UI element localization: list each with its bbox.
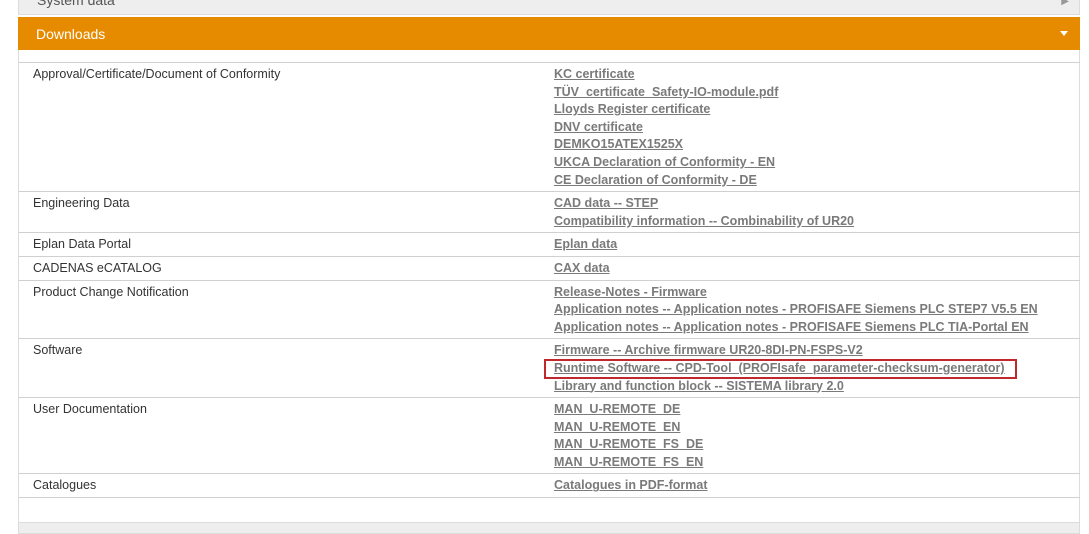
download-link-man-en[interactable]: MAN_U-REMOTE_EN [554,419,680,437]
download-link-dnv-certificate[interactable]: DNV certificate [554,119,643,137]
download-link-ce[interactable]: CE Declaration of Conformity - DE [554,172,757,190]
download-link-demko[interactable]: DEMKO15ATEX1525X [554,136,683,154]
download-link-ukca[interactable]: UKCA Declaration of Conformity - EN [554,154,775,172]
row-label-cell: Engineering Data [19,191,554,233]
row-label-cell: Software [19,338,554,398]
download-link-man-de[interactable]: MAN_U-REMOTE_DE [554,401,680,419]
table-row: CADENAS eCATALOG CAX data [19,255,1080,281]
download-link-firmware-archive[interactable]: Firmware -- Archive firmware UR20-8DI-PN… [554,342,863,360]
row-label-cell: User Documentation [19,397,554,474]
row-links-cell: Eplan data [554,232,1080,257]
table-row: Engineering Data CAD data -- STEP Compat… [19,191,1080,233]
download-link-release-notes[interactable]: Release-Notes - Firmware [554,284,707,302]
download-link-catalogues-pdf[interactable]: Catalogues in PDF-format [554,477,708,495]
row-links-cell: Firmware -- Archive firmware UR20-8DI-PN… [544,338,1080,398]
chevron-down-icon [1060,31,1068,36]
downloads-title: Downloads [36,26,106,42]
row-label-cell: CADENAS eCATALOG [19,255,554,281]
chevron-right-icon: ▶ [1061,0,1069,7]
row-label-cell: Approval/Certificate/Document of Conform… [19,61,554,192]
row-label: Eplan Data Portal [33,237,131,252]
download-link-cpd-tool[interactable]: Runtime Software -- CPD-Tool_(PROFIsafe_… [544,358,1017,379]
download-link-cad-step[interactable]: CAD data -- STEP [554,195,658,213]
download-link-tuv-certificate[interactable]: TÜV_certificate_Safety-IO-module.pdf [554,84,778,102]
download-link-man-fs-de[interactable]: MAN_U-REMOTE_FS_DE [554,436,703,454]
table-row: Software Firmware -- Archive firmware UR… [19,338,1080,398]
system-data-label: System data [37,0,115,8]
download-link-app-notes-tia[interactable]: Application notes -- Application notes -… [554,319,1029,337]
row-label: CADENAS eCATALOG [33,260,162,275]
table-row: Catalogues Catalogues in PDF-format [19,473,1080,499]
row-label-cell: Product Change Notification [19,279,554,339]
download-link-cax-data[interactable]: CAX data [554,260,610,278]
row-label-cell: Catalogues [19,473,554,499]
row-label: User Documentation [33,402,147,417]
row-label-cell: Eplan Data Portal [19,232,554,257]
row-label: Software [33,343,83,358]
row-links-cell: Release-Notes - Firmware Application not… [554,279,1080,339]
row-label: Engineering Data [33,196,130,211]
row-links-cell: Catalogues in PDF-format [554,473,1080,499]
table-row: User Documentation MAN_U-REMOTE_DE MAN_U… [19,397,1080,474]
downloads-section-header[interactable]: Downloads [18,17,1080,50]
table-row: Product Change Notification Release-Note… [19,279,1080,339]
download-link-sistema-library[interactable]: Library and function block -- SISTEMA li… [554,378,844,396]
row-label: Catalogues [33,478,97,493]
downloads-table: Approval/Certificate/Document of Conform… [19,61,1080,499]
row-links-cell: MAN_U-REMOTE_DE MAN_U-REMOTE_EN MAN_U-RE… [554,397,1080,474]
download-link-lloyds-certificate[interactable]: Lloyds Register certificate [554,101,710,119]
row-links-cell: CAX data [554,255,1080,281]
table-row: Eplan Data Portal Eplan data [19,232,1080,257]
download-link-app-notes-step7[interactable]: Application notes -- Application notes -… [554,301,1038,319]
next-section-header[interactable] [18,522,1080,534]
system-data-section-header[interactable]: System data ▶ [18,0,1080,15]
row-links-cell: CAD data -- STEP Compatibility informati… [554,191,1080,233]
download-link-man-fs-en[interactable]: MAN_U-REMOTE_FS_EN [554,454,703,472]
download-link-eplan-data[interactable]: Eplan data [554,236,617,254]
download-link-compatibility[interactable]: Compatibility information -- Combinabili… [554,213,854,231]
row-label: Product Change Notification [33,284,189,299]
row-links-cell: KC certificate TÜV_certificate_Safety-IO… [554,61,1080,192]
table-row: Approval/Certificate/Document of Conform… [19,61,1080,192]
download-link-kc-certificate[interactable]: KC certificate [554,66,635,84]
row-label: Approval/Certificate/Document of Conform… [33,67,281,81]
